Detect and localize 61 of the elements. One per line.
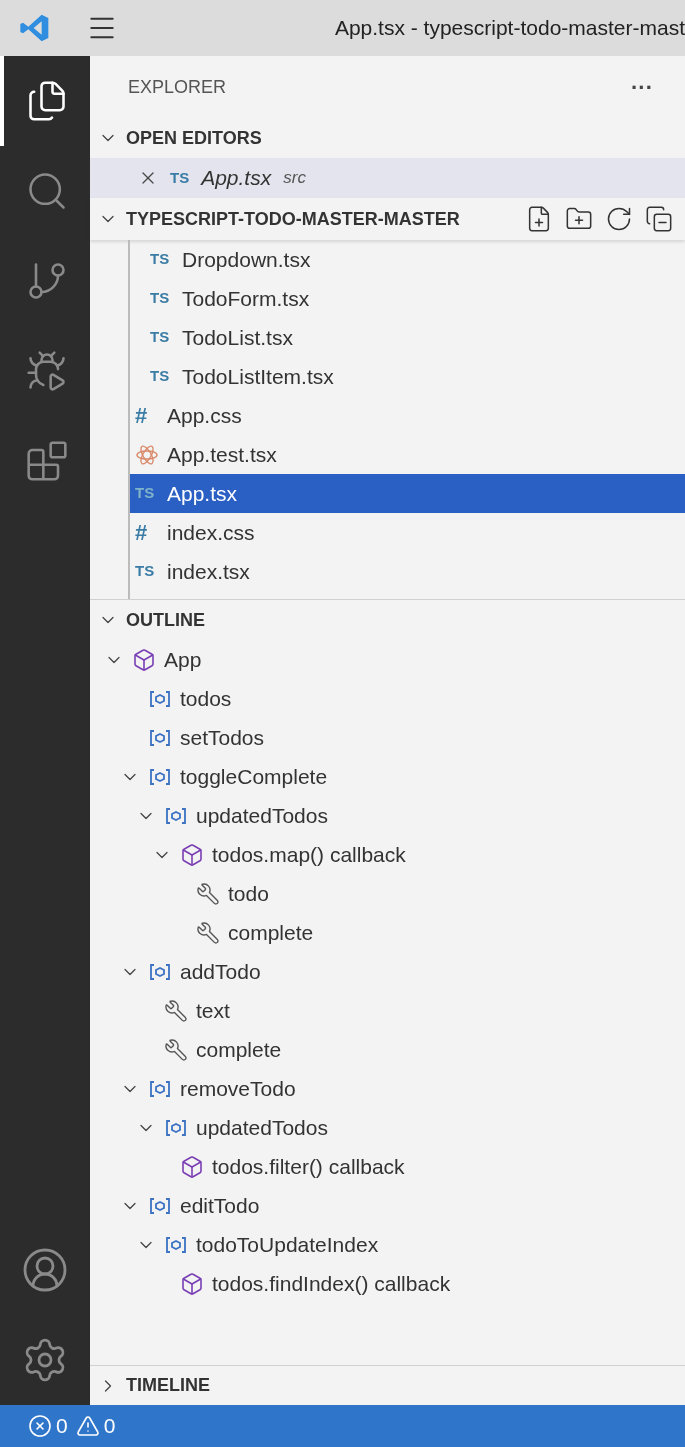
section-header[interactable]: OPEN EDITORS [126, 124, 262, 152]
folder-name: src [283, 167, 306, 190]
file-item[interactable]: TS TodoList.tsx [130, 318, 685, 357]
cube-icon [180, 1154, 204, 1179]
outline-item[interactable]: updatedTodos [196, 1111, 328, 1144]
outline-item[interactable]: complete [228, 916, 314, 949]
typescript-file-icon: TS [150, 248, 174, 271]
atom-icon [135, 442, 159, 467]
outline-item[interactable]: todos [180, 682, 232, 715]
file-item[interactable]: # App.css [130, 396, 685, 435]
cube-icon [132, 647, 156, 672]
explorer-title: EXPLORER [128, 75, 227, 99]
outline-item[interactable]: removeTodo [180, 1072, 296, 1105]
section-header[interactable]: TYPESCRIPT-TODO-MASTER-MASTER [126, 205, 460, 233]
typescript-file-icon: TS [150, 326, 174, 349]
open-editor-item[interactable]: TS App.tsx src [90, 158, 685, 198]
cube-icon [180, 1271, 204, 1296]
file-item[interactable]: # index.css [130, 513, 685, 552]
file-item[interactable]: TS TodoListItem.tsx [130, 357, 685, 396]
outline-item[interactable]: toggleComplete [180, 760, 328, 793]
outline-item[interactable]: editTodo [180, 1189, 260, 1222]
section-header[interactable]: TIMELINE [126, 1372, 210, 1399]
outline-item[interactable]: complete [196, 1033, 282, 1066]
wrench-icon [196, 881, 220, 906]
more-actions-icon[interactable]: ··· [631, 70, 653, 104]
typescript-file-icon: TS [170, 166, 190, 190]
error-icon[interactable] [28, 1414, 52, 1438]
outline-item[interactable]: setTodos [180, 721, 265, 754]
outline-item[interactable]: App [164, 643, 202, 676]
error-count[interactable]: 0 [56, 1410, 68, 1442]
outline-item[interactable]: text [196, 994, 230, 1027]
wrench-icon [196, 920, 220, 945]
file-item[interactable]: TS index.tsx [130, 552, 685, 591]
typescript-file-icon: TS [150, 287, 174, 310]
file-item[interactable]: TS App.tsx [130, 474, 685, 513]
hash-icon: # [135, 399, 159, 432]
hash-icon: # [135, 516, 159, 549]
outline-item[interactable]: updatedTodos [196, 799, 328, 832]
file-item[interactable]: TS Dropdown.tsx [130, 240, 685, 279]
outline-item[interactable]: todos.filter() callback [212, 1150, 405, 1183]
outline-item[interactable]: addTodo [180, 955, 261, 988]
warning-count[interactable]: 0 [103, 1410, 116, 1442]
wrench-icon [164, 998, 188, 1023]
typescript-file-icon: TS [135, 560, 159, 583]
typescript-file-icon: TS [150, 365, 174, 388]
typescript-file-icon: TS [135, 482, 159, 505]
code-editor-logo-icon [19, 12, 51, 44]
collapse-icon[interactable] [645, 205, 673, 233]
window-title: App.tsx - typescript-todo-master-mast [333, 15, 685, 42]
file-item[interactable]: TS TodoForm.tsx [130, 279, 685, 318]
file-item[interactable]: App.test.tsx [130, 435, 685, 474]
section-header[interactable]: OUTLINE [126, 606, 205, 634]
warning-icon[interactable] [75, 1414, 100, 1438]
file-name: App.tsx [201, 165, 272, 192]
wrench-icon [164, 1037, 188, 1062]
outline-item[interactable]: todos.findIndex() callback [212, 1267, 451, 1300]
outline-item[interactable]: todos.map() callback [212, 838, 406, 871]
cube-icon [180, 842, 204, 867]
outline-item[interactable]: todoToUpdateIndex [196, 1228, 379, 1261]
outline-item[interactable]: todo [228, 877, 269, 910]
refresh-icon[interactable] [605, 205, 633, 233]
